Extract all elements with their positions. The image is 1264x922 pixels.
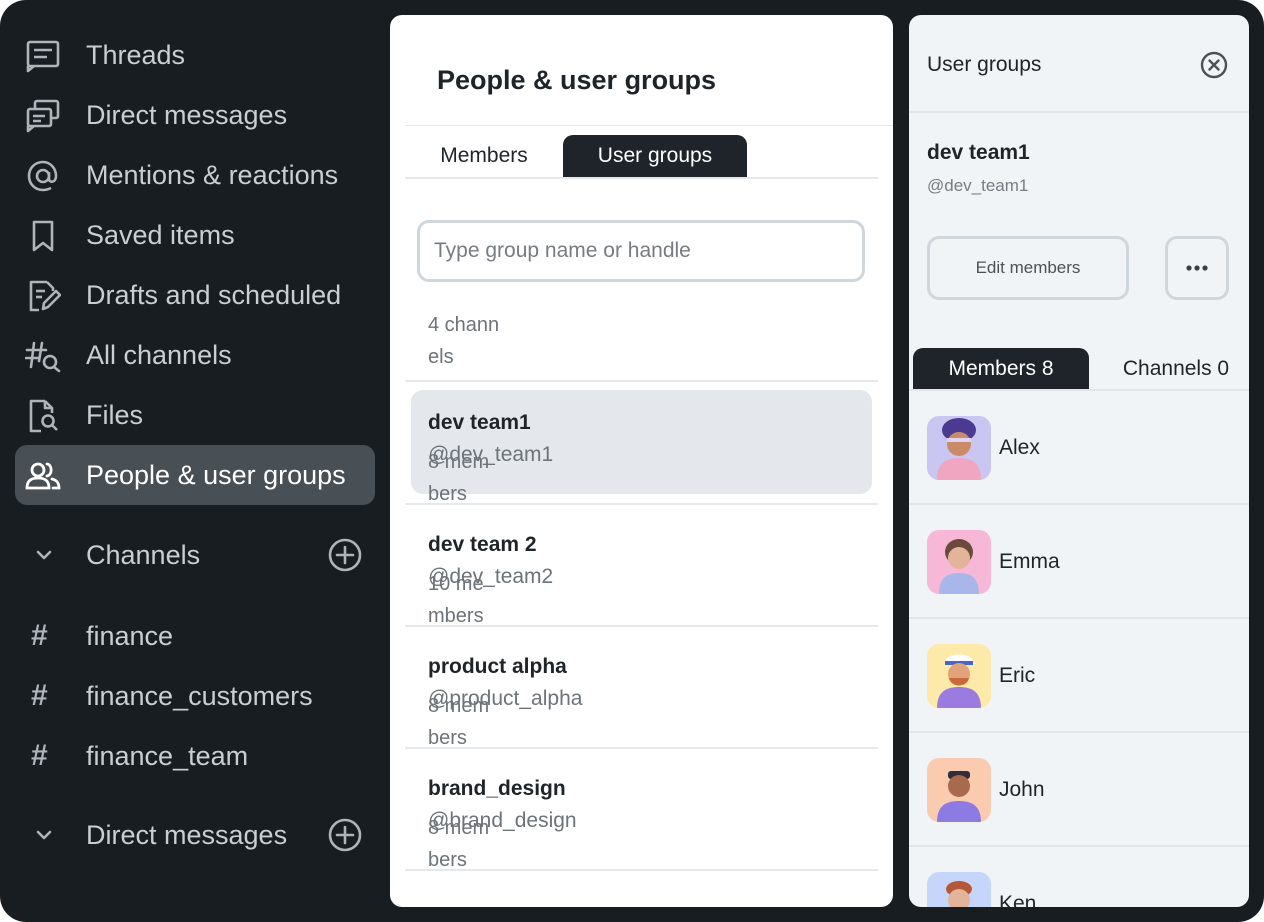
avatar [927,644,991,708]
avatar [927,416,991,480]
sidebar-item-label: Threads [86,40,186,70]
more-dots-icon [1186,265,1208,271]
file-search-icon [25,399,61,433]
group-name: dev team1 [428,411,531,434]
chevron-down-icon[interactable] [31,822,57,848]
group-name: brand_design [428,777,566,800]
edit-members-button[interactable]: Edit members [927,236,1129,300]
group-handle: @product_alpha [428,687,583,710]
drafts-icon [25,279,61,313]
dm-section-header[interactable]: Direct messages [15,810,375,860]
sidebar-item-label: People & user groups [86,460,346,490]
divider [405,380,878,382]
sidebar-item-label: Direct messages [86,100,288,130]
member-name: Alex [999,436,1040,459]
threads-icon [25,39,61,73]
sidebar: Threads Direct messages Mentions & react… [0,0,390,922]
at-sign-icon [25,159,61,193]
member-name: John [999,778,1045,801]
divider [405,625,878,627]
people-groups-panel: People & user groups Members User groups… [390,15,893,907]
divider [909,111,1249,113]
group-handle: @dev_team1 [428,443,554,466]
direct-messages-icon [25,99,61,133]
member-name: Eric [999,664,1036,687]
sidebar-item-label: Files [86,400,144,430]
sidebar-item-label: Drafts and scheduled [86,280,342,310]
group-row-product-alpha[interactable]: product alpha 8 members @product_alpha [411,634,872,749]
member-row-eric[interactable]: Eric [909,619,1249,733]
group-name: product alpha [428,655,567,678]
divider [405,177,878,179]
channel-search-icon [25,339,61,373]
tab-members[interactable]: Members [420,135,548,177]
member-row-alex[interactable]: Alex [909,391,1249,505]
sidebar-item-all-channels[interactable]: All channels [15,325,375,385]
group-row-brand-design[interactable]: brand_design 8 members @brand_design [411,756,872,871]
bookmark-icon [25,219,61,253]
avatar [927,758,991,822]
group-handle: @brand_design [428,809,577,832]
sidebar-item-threads[interactable]: Threads [15,25,375,85]
more-options-button[interactable] [1165,236,1229,300]
group-handle: @dev_team2 [428,565,554,588]
sidebar-channel-finance-customers[interactable]: # finance_customers [15,670,375,722]
member-name: Emma [999,550,1060,573]
chevron-down-icon[interactable] [31,542,57,568]
add-channel-icon[interactable] [327,537,363,573]
sidebar-item-drafts[interactable]: Drafts and scheduled [15,265,375,325]
group-handle: @dev_team1 [927,176,1029,195]
hash-icon: # [31,619,48,652]
sidebar-item-people[interactable]: People & user groups [15,445,375,505]
member-row-john[interactable]: John [909,733,1249,847]
sidebar-item-files[interactable]: Files [15,385,375,445]
sidebar-item-label: Saved items [86,220,235,250]
page-title: People & user groups [437,65,717,95]
panel-title: User groups [927,53,1042,76]
avatar [927,530,991,594]
sidebar-item-label: All channels [86,340,232,370]
sidebar-channel-finance-team[interactable]: # finance_team [15,730,375,782]
group-row-dev-team1[interactable]: dev team1 8 members @dev_team1 [411,390,872,505]
sidebar-channel-finance[interactable]: # finance [15,610,375,662]
hash-icon: # [31,739,48,772]
divider [405,747,878,749]
member-row-ken[interactable]: Ken [909,847,1249,907]
group-search-input[interactable] [417,220,865,282]
sidebar-item-mentions[interactable]: Mentions & reactions [15,145,375,205]
group-row-dev-team-2[interactable]: dev team 2 10 members @dev_team2 [411,512,872,627]
sidebar-item-label: Mentions & reactions [86,160,339,190]
group-name: dev team 2 [428,533,537,556]
channels-count: 4 channels [428,314,500,368]
people-icon [25,459,61,493]
channel-label: finance_team [86,741,249,771]
tab-channels-count[interactable]: Channels 0 [1109,348,1243,389]
avatar [927,872,991,907]
channels-section-header[interactable]: Channels [15,530,375,580]
channel-label: finance [86,621,174,651]
dm-section-label: Direct messages [86,820,288,850]
divider [405,869,878,871]
divider [405,503,878,505]
sidebar-item-direct-messages[interactable]: Direct messages [15,85,375,145]
member-row-emma[interactable]: Emma [909,505,1249,619]
app-window: Threads Direct messages Mentions & react… [0,0,1264,922]
add-dm-icon[interactable] [327,817,363,853]
group-details-panel: User groups dev team1 @dev_team1 Edit me… [909,15,1249,907]
group-title: dev team1 [927,141,1030,164]
divider [405,125,893,126]
tab-user-groups[interactable]: User groups [563,135,747,177]
hash-icon: # [31,679,48,712]
sidebar-item-saved[interactable]: Saved items [15,205,375,265]
channels-section-label: Channels [86,540,201,570]
channel-label: finance_customers [86,681,313,711]
tab-members-count[interactable]: Members 8 [913,348,1089,389]
close-icon[interactable] [1199,50,1229,80]
member-name: Ken [999,892,1037,907]
